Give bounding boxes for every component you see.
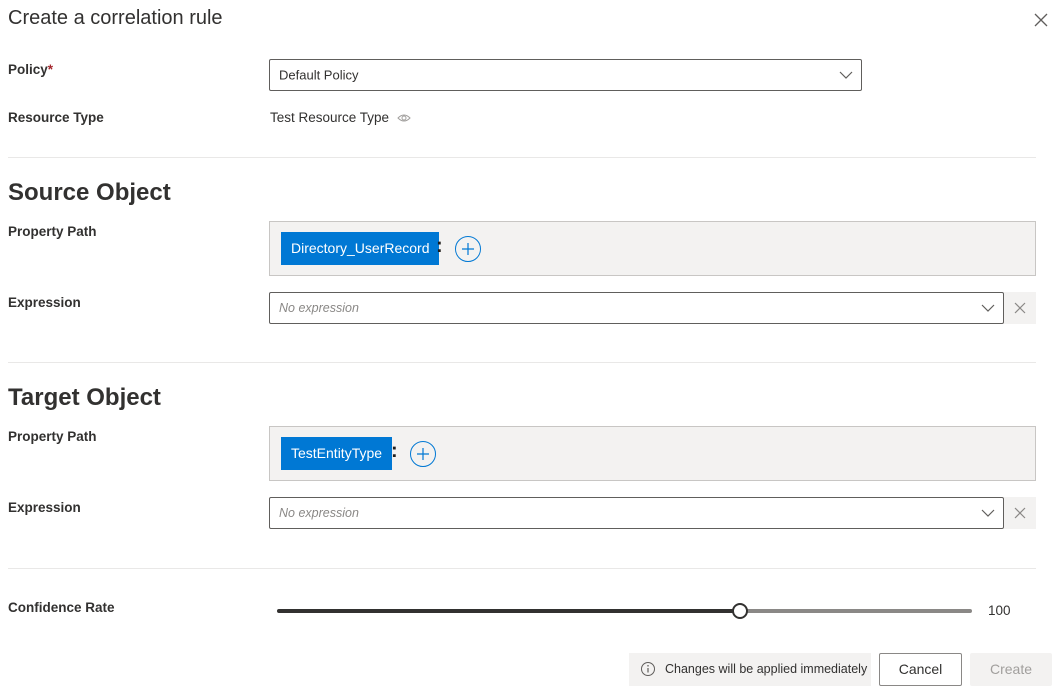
target-expression-placeholder: No expression bbox=[279, 506, 359, 520]
plus-icon bbox=[462, 243, 474, 255]
divider bbox=[8, 362, 1036, 363]
clear-icon bbox=[1014, 507, 1026, 519]
close-icon bbox=[1034, 13, 1048, 27]
confidence-rate-label: Confidence Rate bbox=[8, 600, 115, 615]
info-icon bbox=[641, 662, 655, 676]
target-object-heading: Target Object bbox=[8, 384, 161, 411]
info-text: Changes will be applied immediately bbox=[665, 662, 868, 676]
chevron-down-icon bbox=[839, 71, 853, 79]
source-expression-label: Expression bbox=[8, 295, 81, 310]
clear-icon bbox=[1014, 302, 1026, 314]
path-separator: : bbox=[391, 440, 398, 462]
chevron-down-icon bbox=[981, 304, 995, 312]
source-expression-clear-button[interactable] bbox=[1004, 292, 1036, 324]
eye-icon[interactable] bbox=[397, 112, 411, 124]
dialog-title: Create a correlation rule bbox=[8, 7, 223, 29]
cancel-button[interactable]: Cancel bbox=[879, 653, 962, 686]
source-expression-dropdown[interactable]: No expression bbox=[269, 292, 1004, 324]
target-expression-dropdown[interactable]: No expression bbox=[269, 497, 1004, 529]
target-add-path-button[interactable] bbox=[410, 441, 436, 467]
target-expression-label: Expression bbox=[8, 500, 81, 515]
resource-type-value: Test Resource Type bbox=[270, 110, 390, 125]
target-path-chip[interactable]: TestEntityType bbox=[281, 437, 393, 470]
divider bbox=[8, 157, 1036, 158]
target-property-path: TestEntityType : bbox=[269, 426, 1036, 481]
source-property-path: Directory_UserRecord : bbox=[269, 221, 1036, 276]
confidence-rate-value: 100 bbox=[988, 603, 1011, 618]
target-property-path-label: Property Path bbox=[8, 429, 97, 444]
target-expression-clear-button[interactable] bbox=[1004, 497, 1036, 529]
slider-track[interactable] bbox=[740, 609, 972, 613]
confidence-slider-thumb[interactable] bbox=[732, 603, 748, 619]
source-object-heading: Source Object bbox=[8, 179, 171, 206]
info-message: Changes will be applied immediately bbox=[629, 653, 871, 686]
slider-track-filled[interactable] bbox=[277, 609, 740, 613]
create-button[interactable]: Create bbox=[970, 653, 1052, 686]
policy-label: Policy* bbox=[8, 62, 54, 77]
policy-dropdown[interactable]: Default Policy bbox=[269, 59, 862, 91]
source-add-path-button[interactable] bbox=[455, 236, 481, 262]
policy-value: Default Policy bbox=[279, 67, 359, 83]
source-path-chip[interactable]: Directory_UserRecord bbox=[281, 232, 440, 265]
plus-icon bbox=[417, 448, 429, 460]
resource-type-label: Resource Type bbox=[8, 110, 104, 125]
close-button[interactable] bbox=[1031, 10, 1051, 30]
source-expression-placeholder: No expression bbox=[279, 301, 359, 315]
chevron-down-icon bbox=[981, 509, 995, 517]
divider bbox=[8, 568, 1036, 569]
source-property-path-label: Property Path bbox=[8, 224, 97, 239]
path-separator: : bbox=[436, 235, 443, 257]
required-marker: * bbox=[47, 62, 54, 77]
